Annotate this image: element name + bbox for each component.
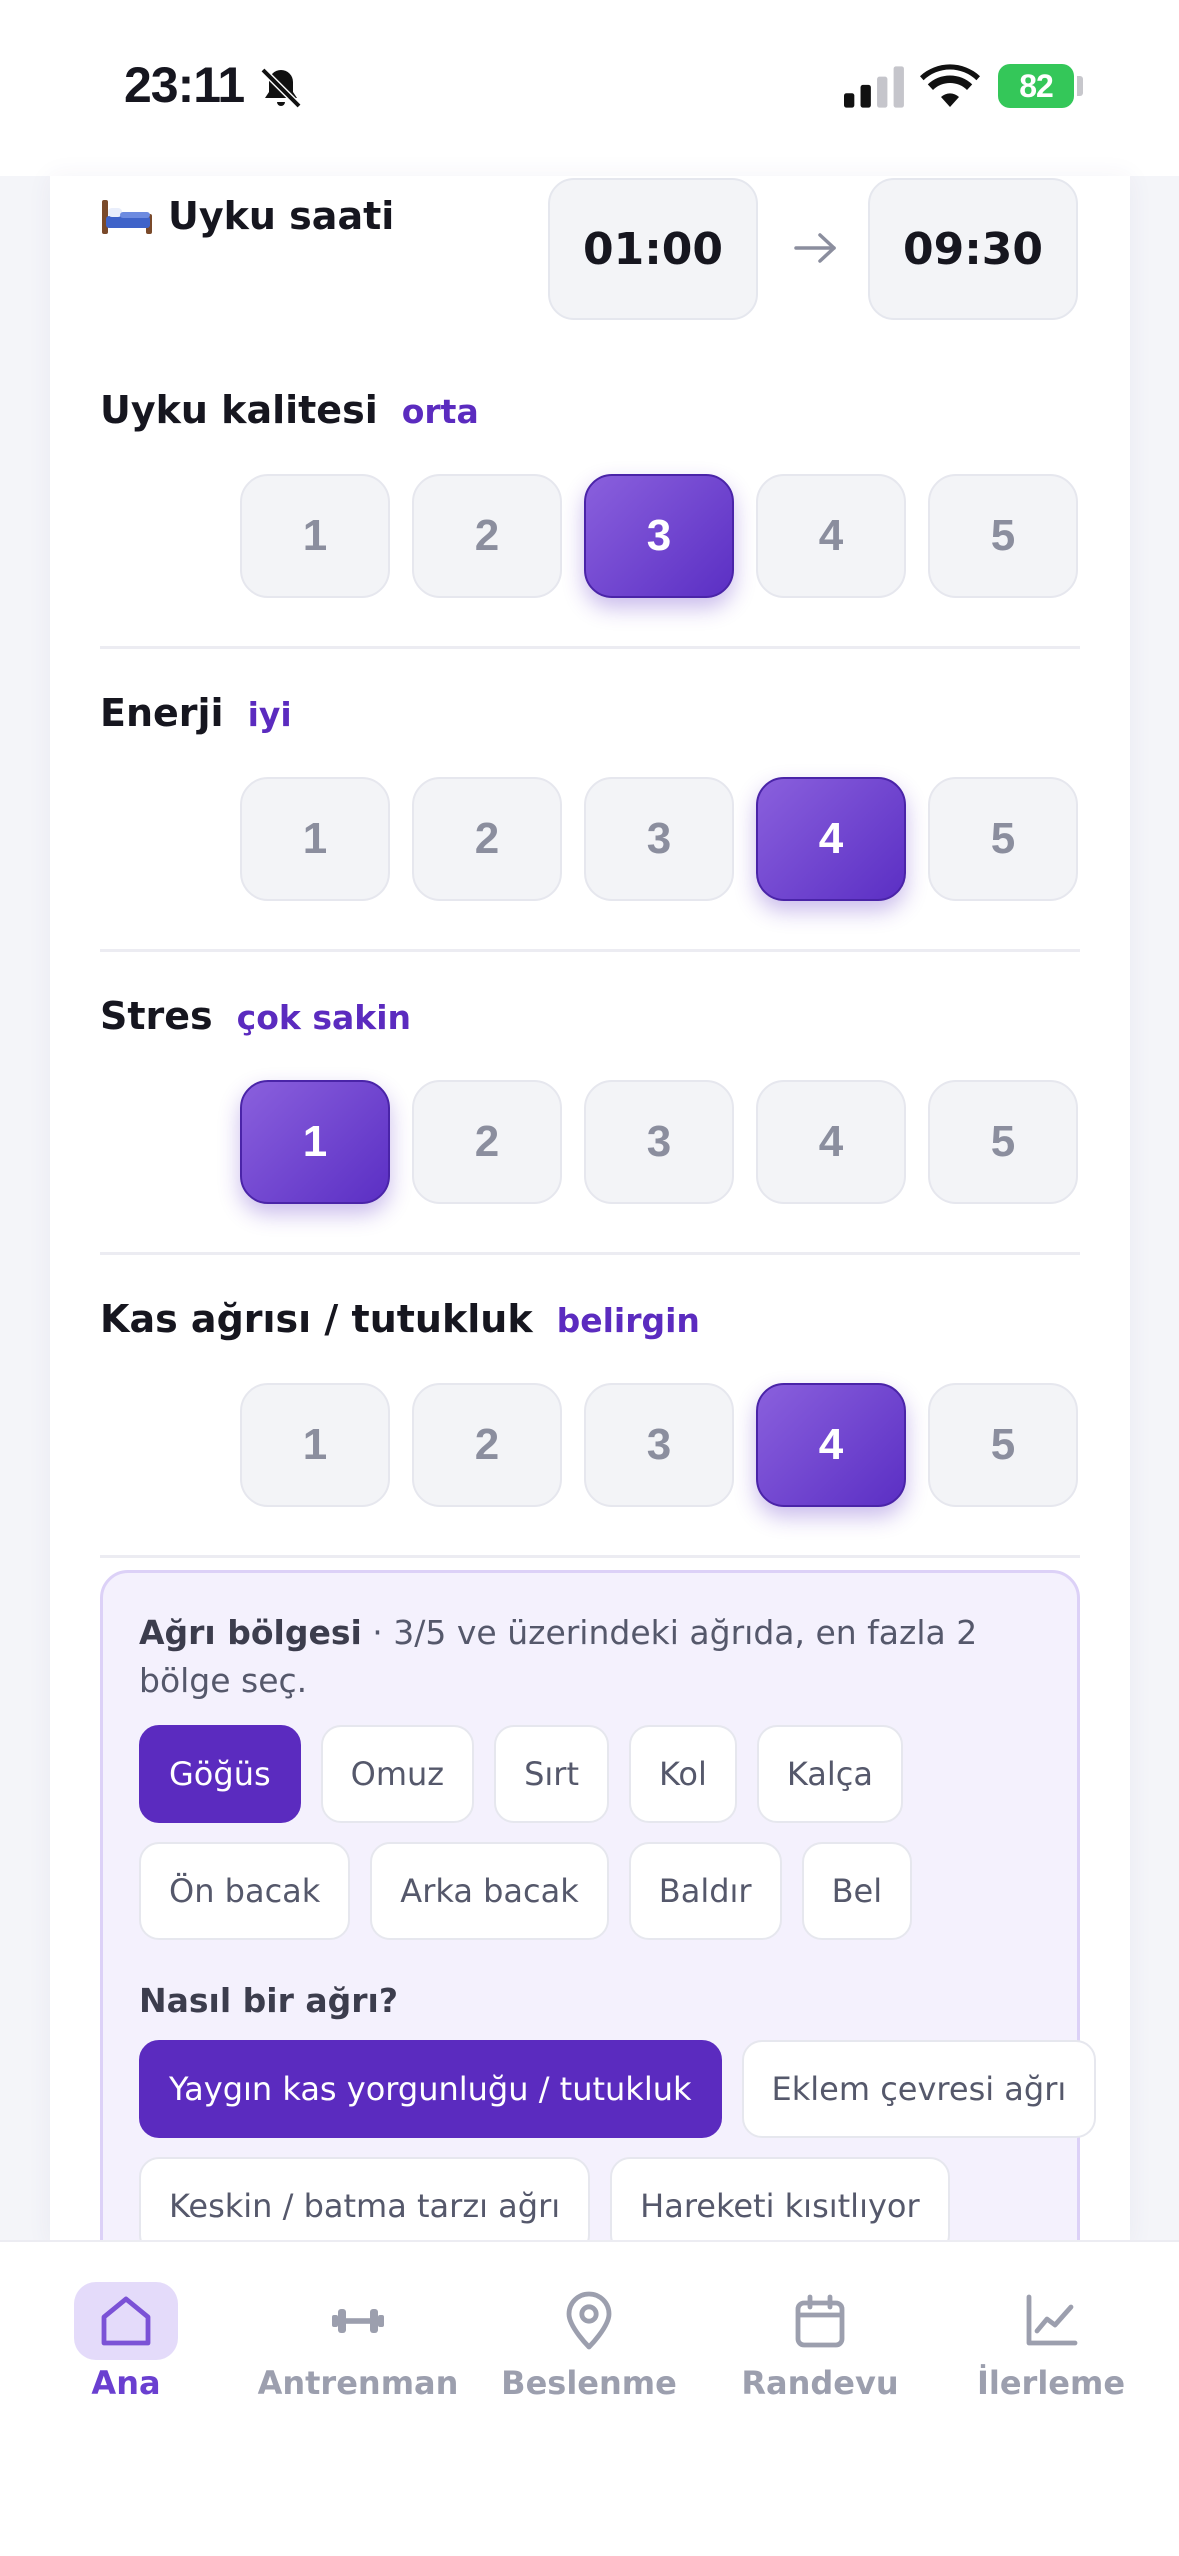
rating-scale: 1 2 3 4 5 [240, 1080, 1078, 1204]
region-chip-on-bacak[interactable]: Ön bacak [139, 1842, 351, 1940]
rating-option-5[interactable]: 5 [928, 1383, 1078, 1507]
region-chip-baldir[interactable]: Baldır [628, 1842, 782, 1940]
nav-icon-highlight [74, 2282, 178, 2360]
rating-option-5[interactable]: 5 [928, 777, 1078, 901]
divider [100, 1555, 1080, 1558]
rating-option-1[interactable]: 1 [240, 474, 390, 598]
rating-option-4[interactable]: 4 [756, 474, 906, 598]
nav-label: Ana [91, 2364, 161, 2402]
nav-icon-wrap [768, 2282, 872, 2360]
sleep-start-time[interactable]: 01:00 [548, 178, 758, 320]
chart-line-icon [1026, 2294, 1078, 2346]
nav-label: Antrenman [257, 2364, 459, 2402]
bed-icon [102, 200, 152, 234]
rating-option-4[interactable]: 4 [756, 1080, 906, 1204]
rating-scale: 1 2 3 4 5 [240, 1383, 1078, 1507]
region-chip-kol[interactable]: Kol [628, 1725, 737, 1823]
region-chip-row: Ön bacak Arka bacak Baldır Bel [139, 1842, 913, 1940]
rating-option-4[interactable]: 4 [756, 777, 906, 901]
nav-icon-wrap [306, 2282, 410, 2360]
rating-option-5[interactable]: 5 [928, 1080, 1078, 1204]
nav-item-randevu[interactable]: Randevu [710, 2282, 930, 2402]
nav-item-antrenman[interactable]: Antrenman [248, 2282, 468, 2402]
region-chip-gogus[interactable]: Göğüs [139, 1725, 301, 1823]
divider [100, 1252, 1080, 1255]
rating-option-3[interactable]: 3 [584, 1383, 734, 1507]
rating-option-1[interactable]: 1 [240, 777, 390, 901]
rating-option-2[interactable]: 2 [412, 1383, 562, 1507]
divider [100, 949, 1080, 952]
pain-type-chip-row: Yaygın kas yorgunluğu / tutukluk Eklem ç… [139, 2040, 1097, 2138]
rating-option-3[interactable]: 3 [584, 474, 734, 598]
region-chip-omuz[interactable]: Omuz [320, 1725, 475, 1823]
sleep-time-text: Uyku saati [168, 194, 395, 238]
region-chip-arka-bacak[interactable]: Arka bacak [370, 1842, 609, 1940]
arrow-right-icon [794, 233, 836, 263]
nav-item-ilerleme[interactable]: İlerleme [941, 2282, 1161, 2402]
rating-option-1[interactable]: 1 [240, 1383, 390, 1507]
daily-checkin-card: Uyku saati 01:00 09:30 Uyku kalitesi ort… [50, 176, 1130, 2246]
pain-region-description: Ağrı bölgesi · 3/5 ve üzerindeki ağrıda,… [139, 1609, 1049, 1705]
rating-option-3[interactable]: 3 [584, 777, 734, 901]
nav-label: İlerleme [976, 2364, 1126, 2402]
battery-level: 82 [1019, 67, 1054, 104]
nav-label: Randevu [741, 2364, 899, 2402]
sleep-time-label: Uyku saati [100, 194, 394, 238]
metric-title: Stres çok sakin [100, 994, 411, 1038]
sleep-end-time[interactable]: 09:30 [868, 178, 1078, 320]
pain-region-title: Ağrı bölgesi [139, 1613, 362, 1652]
metric-label: Kas ağrısı / tutukluk [100, 1297, 533, 1341]
nav-icon-wrap [537, 2282, 641, 2360]
metric-value-text: belirgin [556, 1301, 700, 1340]
metric-title: Enerji iyi [100, 691, 292, 735]
rating-option-4[interactable]: 4 [756, 1383, 906, 1507]
pain-type-question: Nasıl bir ağrı? [139, 1981, 398, 2020]
rating-option-1[interactable]: 1 [240, 1080, 390, 1204]
nav-icon-wrap [999, 2282, 1103, 2360]
metric-title: Kas ağrısı / tutukluk belirgin [100, 1297, 700, 1341]
rating-scale: 1 2 3 4 5 [240, 474, 1078, 598]
pain-type-chip-joint[interactable]: Eklem çevresi ağrı [741, 2040, 1097, 2138]
region-chip-kalca[interactable]: Kalça [756, 1725, 903, 1823]
battery-cap [1077, 76, 1083, 96]
signal-icon [844, 66, 904, 108]
region-chip-sirt[interactable]: Sırt [494, 1725, 609, 1823]
divider [100, 646, 1080, 649]
calendar-icon [795, 2294, 845, 2348]
rating-option-5[interactable]: 5 [928, 474, 1078, 598]
metric-label: Uyku kalitesi [100, 388, 378, 432]
rating-option-2[interactable]: 2 [412, 474, 562, 598]
home-icon [101, 2296, 151, 2346]
rating-option-3[interactable]: 3 [584, 1080, 734, 1204]
metric-value-text: çok sakin [236, 998, 412, 1037]
wifi-icon [920, 64, 980, 107]
nav-label: Beslenme [501, 2364, 677, 2402]
status-bar: 23:11 82 [0, 0, 1179, 176]
bell-off-icon [260, 67, 302, 109]
metric-title: Uyku kalitesi orta [100, 388, 479, 432]
metric-label: Enerji [100, 691, 224, 735]
dumbbell-icon [332, 2309, 384, 2333]
location-pin-icon [566, 2291, 612, 2350]
nav-item-beslenme[interactable]: Beslenme [479, 2282, 699, 2402]
rating-scale: 1 2 3 4 5 [240, 777, 1078, 901]
metric-value-text: orta [401, 392, 479, 431]
nav-item-ana[interactable]: Ana [16, 2282, 236, 2402]
bottom-nav: Ana Antrenman Beslenme Randevu İlerleme [0, 2240, 1179, 2556]
pain-type-chip-sharp[interactable]: Keskin / batma tarzı ağrı [139, 2157, 591, 2246]
rating-option-2[interactable]: 2 [412, 777, 562, 901]
region-chip-bel[interactable]: Bel [801, 1842, 913, 1940]
pain-type-chip-restricting[interactable]: Hareketi kısıtlıyor [610, 2157, 950, 2246]
battery-charging-icon: 82 [998, 64, 1074, 108]
pain-type-chip-row: Keskin / batma tarzı ağrı Hareketi kısıt… [139, 2157, 950, 2246]
region-chip-row: Göğüs Omuz Sırt Kol Kalça [139, 1725, 903, 1823]
pain-type-chip-diffuse[interactable]: Yaygın kas yorgunluğu / tutukluk [139, 2040, 722, 2138]
metric-value-text: iyi [247, 695, 292, 734]
status-time: 23:11 [124, 57, 245, 113]
metric-label: Stres [100, 994, 213, 1038]
rating-option-2[interactable]: 2 [412, 1080, 562, 1204]
pain-region-panel: Ağrı bölgesi · 3/5 ve üzerindeki ağrıda,… [100, 1570, 1097, 2246]
